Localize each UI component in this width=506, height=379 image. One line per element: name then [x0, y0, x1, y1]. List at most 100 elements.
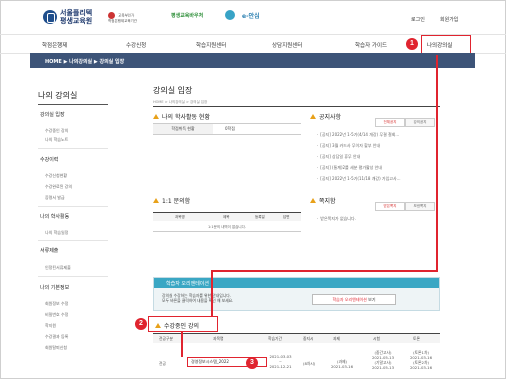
partner-moe-line2: 학점은행제교육기관 [108, 19, 137, 23]
sidebar-head-activity[interactable]: 나의 학사활동 [40, 213, 69, 220]
col-subject: 과목명 [213, 336, 224, 341]
sidebar-item-enroll-status[interactable]: 수강신청현황 [45, 173, 67, 179]
nav-counseling[interactable]: 상담지원센터 [272, 41, 302, 49]
logo-line2: 평생교육원 [60, 17, 93, 25]
tab-sent-memo[interactable]: 보낸쪽지 [405, 202, 435, 211]
tab-course-notice[interactable]: 강의공지 [405, 118, 435, 127]
notice-tabs: 전체공지 강의공지 [375, 118, 435, 127]
partner-moe: 교육부인가 학점은행제교육기관 [108, 12, 152, 24]
notice-item[interactable]: [공지] (통계)2를 세분 평가활성 안내 [317, 165, 417, 171]
current-courses-title: 수강중인 강의 [155, 321, 199, 330]
sidebar-item-submit-docs[interactable]: 인정된서류제출 [45, 265, 71, 271]
callout-badge-3: 3 [246, 357, 258, 369]
col-stop: 중지시 [303, 336, 314, 341]
sidebar-divider [38, 240, 108, 241]
warning-triangle-icon [310, 198, 316, 203]
site-logo[interactable]: 서울플리텍 평생교육원 [43, 9, 92, 25]
qa-table-header: 과목명 제목 등록일 답변 [153, 212, 301, 221]
warning-triangle-icon [153, 198, 159, 203]
sidebar-divider [38, 148, 108, 149]
orientation-view-button[interactable]: 학습자 오리엔테이션 보기 [312, 294, 396, 305]
sidebar-title-divider [38, 104, 108, 105]
join-link[interactable]: 회원가입 [440, 16, 458, 23]
sidebar-item-schedule[interactable]: 나의 학습일정 [45, 230, 68, 236]
tab-all-notice[interactable]: 전체공지 [375, 118, 405, 127]
moe-emblem-icon [108, 12, 115, 19]
course-disc2-date: 2021-03-16 [409, 365, 433, 370]
course-exam2-date: 2021-05-13 [371, 365, 395, 370]
sidebar-head-documents[interactable]: 서류제출 [40, 247, 58, 254]
qa-empty-row: 1:1문의 내역이 없습니다. [153, 222, 301, 232]
sidebar-item-completed[interactable]: 수강완료된 강의 [45, 184, 72, 190]
sidebar-head-enter[interactable]: 강의실 입장 [40, 111, 65, 118]
col-major: 전공구분 [159, 336, 173, 341]
nav-enroll[interactable]: 수강신청 [126, 41, 146, 49]
credit-value: 0학점 [225, 126, 235, 131]
course-exam: (중간고사) 2021-05-13 (기말고사) 2021-05-13 [363, 350, 403, 370]
col-exam: 시험 [373, 336, 380, 341]
login-link[interactable]: 로그인 [411, 16, 425, 23]
notice-item[interactable]: [공지] 3월 카드사 무이자 할부 안내 [317, 143, 417, 149]
academic-status-title: 나의 학사활동 현황 [153, 112, 210, 121]
notice-item[interactable]: [공지] 2022년 1-5기(11/18 개강) 가입고사... [317, 176, 417, 182]
nav-credit-bank[interactable]: 학점은행제 [42, 41, 67, 49]
course-discussion: (토론1차) 2021-03-16 (토론2차) 2021-03-16 [403, 350, 439, 370]
qa-col-subject: 과목명 [175, 215, 185, 219]
academic-status-table: 학점취득 현황 0학점 [153, 123, 301, 135]
col-period: 학습기간 [268, 336, 282, 341]
callout-connector [181, 332, 183, 357]
sidebar-item-change-password[interactable]: 비밀번호 수정 [45, 312, 68, 318]
nav-learner-guide[interactable]: 학습자 가이드 [355, 41, 387, 49]
logo-line1: 서울플리텍 [60, 9, 93, 17]
sidebar-item-edit-profile[interactable]: 회원정보 수정 [45, 301, 68, 307]
warning-triangle-icon [153, 114, 159, 119]
orientation-text-line2: 모두 바른을 클릭하여 내용을 확인 해 보세요. [162, 298, 234, 303]
notice-item[interactable]: [공지] 2022년 1-5기(4/14 개강) 무결 철회... [317, 132, 417, 138]
sidebar-item-register-result[interactable]: 수강결과 등록 [45, 334, 68, 340]
academic-status-title-text: 나의 학사활동 현황 [162, 114, 210, 121]
course-period-end: 2021-12-21 [269, 364, 292, 369]
course-type: 전공 [159, 361, 166, 366]
orientation-panel: 학습자 오리엔테이션 강의실 수강하는 학습자를 위한 안내입니다. 모두 바른… [153, 277, 440, 311]
nav-learning-support[interactable]: 학습지원센터 [196, 41, 226, 49]
breadcrumb-bar: HOME ▶ 나의강의실 ▶ 강의실 입장 [30, 53, 475, 68]
callout-badge-2: 2 [135, 318, 147, 330]
col-task: 과제 [333, 336, 340, 341]
site-header: 서울플리텍 평생교육원 교육부인가 학점은행제교육기관 평생교육바우처 e-안심… [0, 0, 506, 31]
course-task-date: 2021-03-16 [330, 364, 354, 369]
sidebar-head-history[interactable]: 수강이력 [40, 156, 58, 163]
memo-tabs: 받은쪽지 보낸쪽지 [375, 202, 435, 211]
memo-title: 쪽지함 [310, 196, 336, 205]
col-discussion: 토론 [413, 336, 420, 341]
sidebar-item-notes[interactable]: 나의 학습노트 [45, 137, 68, 143]
sidebar-item-current-courses[interactable]: 수강중인 강의 [45, 128, 68, 134]
course-stop: (8차시) [303, 361, 316, 366]
partner-voucher: 평생교육바우처 [171, 13, 204, 19]
sidebar-head-basic-info[interactable]: 나의 기본정보 [40, 284, 69, 291]
callout-badge-1: 1 [406, 38, 418, 50]
notice-item[interactable]: [공지] 상담일 휴무 안내 [317, 154, 417, 160]
callout-connector [211, 270, 213, 317]
warning-triangle-icon [310, 114, 316, 119]
orientation-button-rest: 보기 [366, 297, 376, 302]
memo-empty: 받은쪽지가 없습니다. [317, 216, 417, 222]
qa-col-title: 제목 [223, 215, 230, 219]
partner-moe-line1: 교육부인가 [118, 13, 135, 18]
current-courses-title-text: 수강중인 강의 [164, 323, 200, 330]
sidebar-divider [38, 206, 108, 207]
notice-title-text: 공지사항 [319, 114, 342, 121]
sidebar-item-certificate[interactable]: 증명서 발급 [45, 195, 65, 201]
logo-emblem-icon [43, 10, 57, 24]
partner-globe-icon [225, 10, 235, 20]
qa-col-date: 등록일 [255, 215, 265, 219]
callout-connector [436, 55, 438, 272]
tab-received-memo[interactable]: 받은쪽지 [375, 202, 405, 211]
warning-triangle-icon [155, 323, 161, 328]
sidebar-item-support[interactable]: 학지원 [45, 323, 56, 329]
courses-table-header: 전공구분 과목명 학습기간 중지시 과제 시험 토론 [153, 333, 440, 343]
sidebar-item-withdraw[interactable]: 회원탈퇴신청 [45, 345, 67, 351]
page-title: 강의실 입장 [153, 86, 193, 95]
credit-label: 학점취득 현황 [153, 124, 213, 134]
orientation-button-highlight: 학습자 오리엔테이션 [332, 297, 367, 302]
page-breadcrumb: HOME > 나의강의실 > 강의실 입장 [153, 100, 208, 104]
